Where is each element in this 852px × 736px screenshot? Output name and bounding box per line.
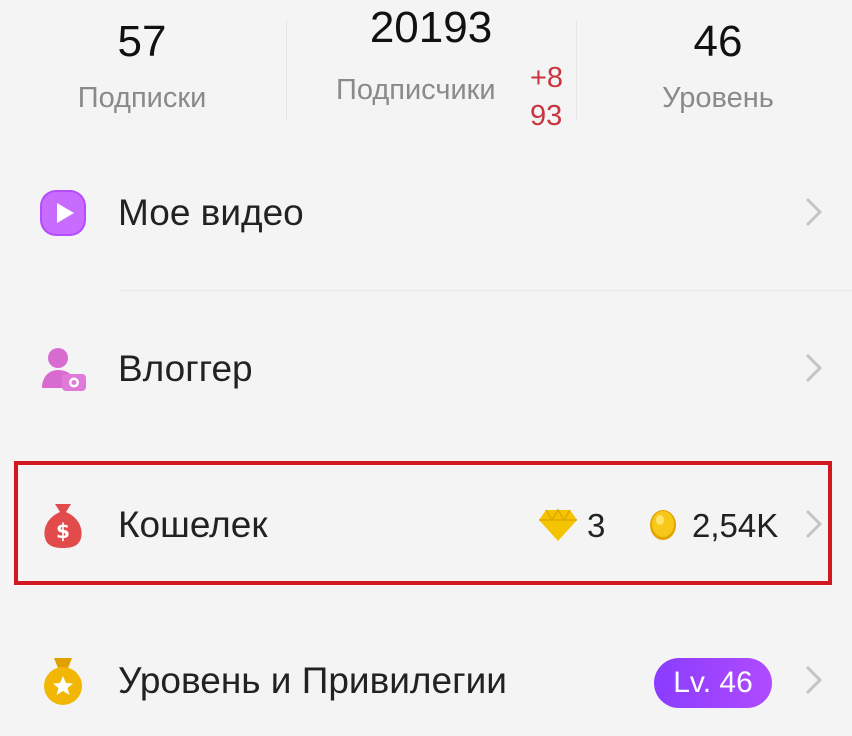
followers-increase-line1: +8 [530,62,564,94]
followers-label: Подписчики [336,74,496,106]
stats-divider [576,20,577,120]
menu-item-my-video[interactable]: Мое видео [0,158,852,268]
level-count: 46 [693,17,743,66]
profile-stats: 57 Подписки 20193 Подписчики +8 93 46 Ур… [0,0,852,160]
menu-item-vlogger[interactable]: Влоггер [0,314,852,424]
followers-increase-line2: 93 [530,100,563,132]
stats-divider [286,20,287,120]
chevron-right-icon [806,666,822,694]
menu-divider [118,290,852,291]
level-badge: Lv. 46 [654,658,772,708]
medal-icon [44,658,82,705]
subscriptions-count: 57 [117,17,167,66]
subscriptions-label: Подписки [77,82,207,114]
wallet-highlight-frame [14,461,832,585]
followers-count: 20193 [369,3,493,52]
menu-item-label: Мое видео [118,192,304,233]
stat-followers[interactable]: 20193 Подписчики [326,6,536,105]
chevron-right-icon [806,354,822,382]
menu-item-label: Уровень и Привилегии [118,660,507,701]
stat-subscriptions[interactable]: 57 Подписки [42,20,242,113]
person-camera-icon [42,348,86,391]
stat-level[interactable]: 46 Уровень [618,20,818,113]
play-icon [40,190,86,236]
menu-item-label: Влоггер [118,348,253,389]
chevron-right-icon [806,198,822,226]
level-label: Уровень [662,82,774,114]
